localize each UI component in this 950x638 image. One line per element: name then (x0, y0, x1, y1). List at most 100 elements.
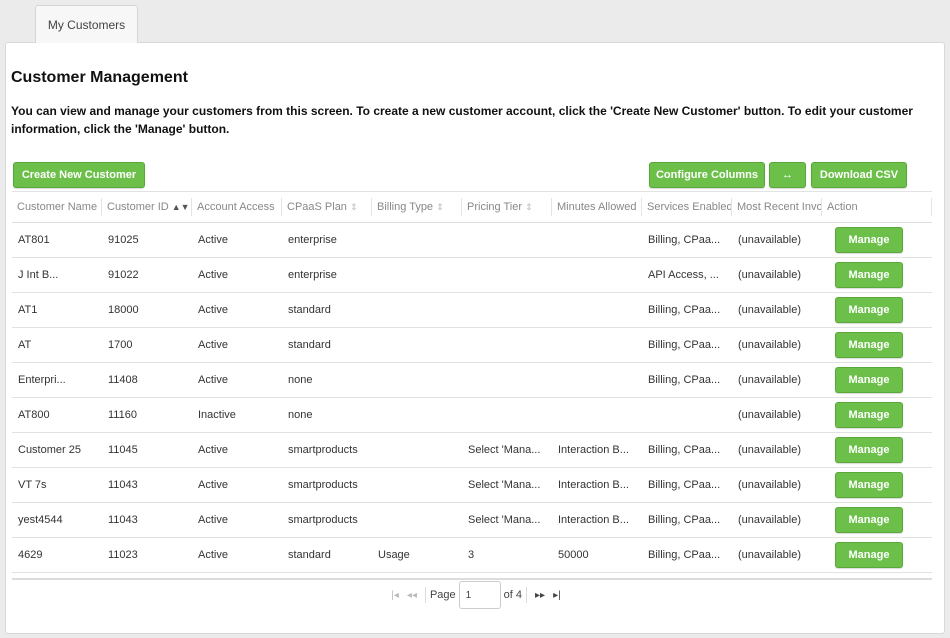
sort-desc-icon[interactable]: ▲▼ (172, 202, 190, 212)
col-header-customer-id[interactable]: Customer ID ▲▼ (102, 191, 192, 223)
account-access-cell: Active (192, 327, 282, 363)
account-access-cell: Active (192, 257, 282, 293)
first-page-icon[interactable]: |◂ (391, 590, 399, 601)
minutes-allowed-cell: Interaction B... (552, 467, 642, 503)
table-row: AT801 91025 Active enterprise Billing, CPaa.… (12, 222, 932, 258)
tab-my-customers[interactable]: My Customers (35, 5, 138, 43)
manage-button[interactable]: Manage (835, 227, 903, 253)
manage-button[interactable]: Manage (835, 332, 903, 358)
sort-icon[interactable]: ⇕ (436, 202, 444, 212)
cpaas-plan-cell: smartproducts (282, 432, 372, 468)
customer-id-cell: 11160 (102, 397, 192, 433)
manage-button[interactable]: Manage (835, 542, 903, 568)
pricing-tier-cell (462, 292, 552, 328)
table-body: AT801 91025 Active enterprise Billing, CPaa.… (12, 222, 932, 573)
col-header-minutes-allowed[interactable]: Minutes Allowed (552, 191, 642, 223)
table-row: AT 1700 Active standard Billing, CPaa... (una… (12, 327, 932, 363)
most-recent-invoice-cell: (unavailable) (732, 397, 822, 433)
customer-id-cell: 91022 (102, 257, 192, 293)
customer-name-cell: 4629 (12, 537, 102, 573)
most-recent-invoice-cell: (unavailable) (732, 537, 822, 573)
minutes-allowed-cell: 50000 (552, 537, 642, 573)
customer-name-cell: Customer 25 (12, 432, 102, 468)
manage-button[interactable]: Manage (835, 262, 903, 288)
action-cell: Manage (822, 502, 932, 538)
customer-name-cell: AT1 (12, 292, 102, 328)
table-footer-divider (12, 578, 932, 580)
most-recent-invoice-cell: (unavailable) (732, 362, 822, 398)
page-number-input[interactable] (458, 581, 501, 609)
page-description: You can view and manage your customers f… (11, 104, 913, 136)
cpaas-plan-cell: enterprise (282, 257, 372, 293)
customers-table-container: Customer Name Customer ID ▲▼ Account Acce… (12, 191, 932, 573)
account-access-cell: Active (192, 432, 282, 468)
table-row: J Int B... 91022 Active enterprise API Acces… (12, 257, 932, 293)
cpaas-plan-cell: smartproducts (282, 502, 372, 538)
customer-name-cell: AT (12, 327, 102, 363)
col-header-billing-type[interactable]: Billing Type ⇕ (372, 191, 462, 223)
last-page-icon[interactable]: ▸| (553, 590, 561, 601)
manage-button[interactable]: Manage (835, 437, 903, 463)
most-recent-invoice-cell: (unavailable) (732, 257, 822, 293)
services-enabled-cell: Billing, CPaa... (642, 467, 732, 503)
sort-icon[interactable]: ⇕ (350, 202, 358, 212)
services-enabled-cell: Billing, CPaa... (642, 327, 732, 363)
account-access-cell: Active (192, 362, 282, 398)
most-recent-invoice-cell: (unavailable) (732, 292, 822, 328)
expand-columns-button[interactable]: ↔ (769, 162, 806, 188)
sort-icon[interactable]: ⇕ (525, 202, 533, 212)
pricing-tier-cell (462, 362, 552, 398)
table-row: VT 7s 11043 Active smartproducts Select 'Man… (12, 467, 932, 503)
manage-button[interactable]: Manage (835, 297, 903, 323)
manage-button[interactable]: Manage (835, 507, 903, 533)
manage-button[interactable]: Manage (835, 367, 903, 393)
download-csv-button[interactable]: Download CSV (811, 162, 907, 188)
page-title: Customer Management (11, 69, 188, 86)
cpaas-plan-cell: standard (282, 537, 372, 573)
col-header-services-enabled[interactable]: Services Enabled (642, 191, 732, 223)
customers-table: Customer Name Customer ID ▲▼ Account Acce… (12, 191, 932, 573)
configure-columns-button[interactable]: Configure Columns (649, 162, 765, 188)
cpaas-plan-cell: standard (282, 292, 372, 328)
pricing-tier-cell: Select 'Mana... (462, 467, 552, 503)
customer-id-cell: 11408 (102, 362, 192, 398)
cpaas-plan-cell: smartproducts (282, 467, 372, 503)
col-header-customer-name[interactable]: Customer Name (12, 191, 102, 223)
account-access-cell: Active (192, 222, 282, 258)
action-cell: Manage (822, 257, 932, 293)
manage-button[interactable]: Manage (835, 402, 903, 428)
account-access-cell: Active (192, 502, 282, 538)
services-enabled-cell: Billing, CPaa... (642, 292, 732, 328)
billing-type-cell (372, 222, 462, 258)
pricing-tier-cell: Select 'Mana... (462, 502, 552, 538)
cpaas-plan-cell: none (282, 362, 372, 398)
action-cell: Manage (822, 222, 932, 258)
pricing-tier-cell: 3 (462, 537, 552, 573)
customer-id-cell: 11043 (102, 467, 192, 503)
table-row: Customer 25 11045 Active smartproducts Selec… (12, 432, 932, 468)
create-new-customer-button[interactable]: Create New Customer (13, 162, 145, 188)
page-count-label: of 4 (503, 589, 523, 601)
prev-page-icon[interactable]: ◂◂ (407, 590, 417, 601)
tab-label: My Customers (47, 17, 126, 32)
most-recent-invoice-cell: (unavailable) (732, 467, 822, 503)
table-row: AT1 18000 Active standard Billing, CPaa... (u… (12, 292, 932, 328)
col-header-account-access[interactable]: Account Access (192, 191, 282, 223)
table-row: Enterpri... 11408 Active none Billing, CPaa.… (12, 362, 932, 398)
action-cell: Manage (822, 432, 932, 468)
col-header-cpaas-plan[interactable]: CPaaS Plan ⇕ (282, 191, 372, 223)
page-label: Page (429, 589, 456, 601)
billing-type-cell (372, 362, 462, 398)
account-access-cell: Inactive (192, 397, 282, 433)
action-cell: Manage (822, 327, 932, 363)
next-page-icon[interactable]: ▸▸ (535, 590, 545, 601)
minutes-allowed-cell (552, 362, 642, 398)
action-cell: Manage (822, 537, 932, 573)
pricing-tier-cell (462, 222, 552, 258)
col-header-pricing-tier[interactable]: Pricing Tier ⇕ (462, 191, 552, 223)
customer-id-cell: 11043 (102, 502, 192, 538)
customer-name-cell: Enterpri... (12, 362, 102, 398)
col-header-most-recent-invoice[interactable]: Most Recent Invoice (732, 191, 822, 223)
pricing-tier-cell (462, 397, 552, 433)
manage-button[interactable]: Manage (835, 472, 903, 498)
